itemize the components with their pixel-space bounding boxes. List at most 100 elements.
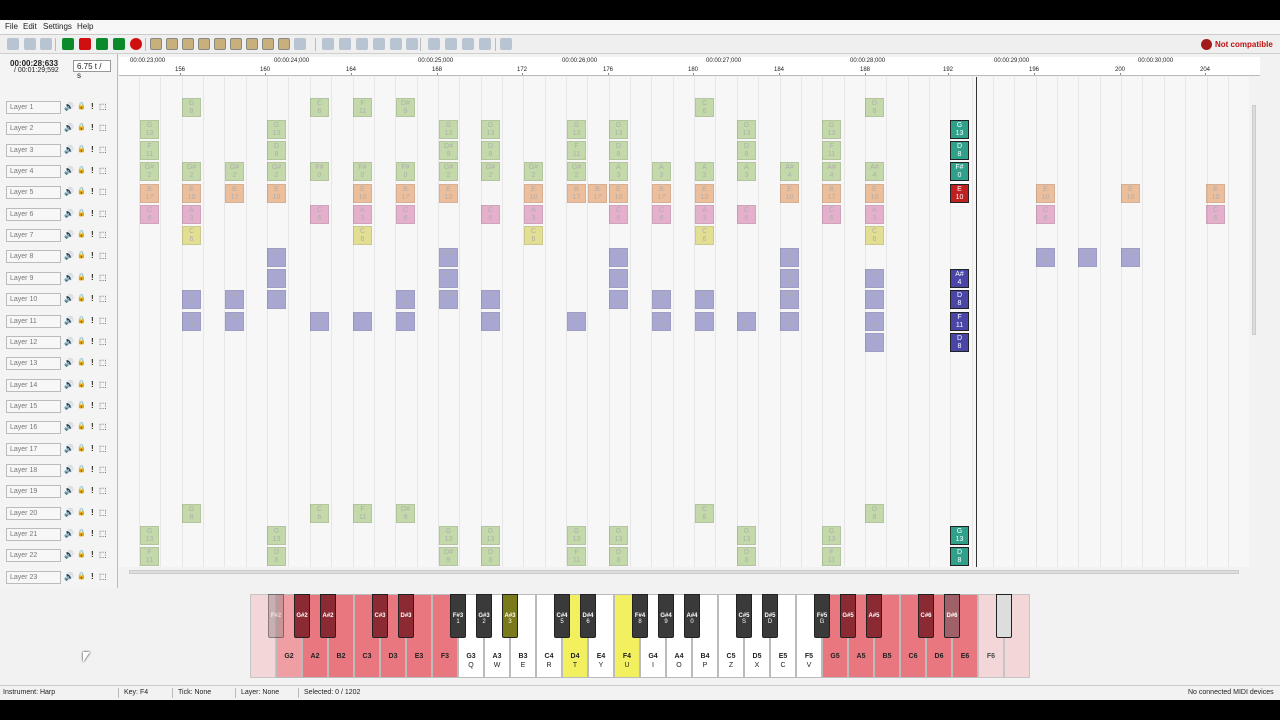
midi-import-icon[interactable] [445,38,457,50]
solo-icon[interactable]: ! [91,209,94,219]
note-block[interactable]: A# 4 [822,162,841,181]
new-file-icon[interactable] [7,38,19,50]
note-block[interactable]: C6 [140,205,159,224]
vertical-scroll-thumb[interactable] [1252,105,1256,335]
lock-icon[interactable]: 🔒 [77,486,86,496]
layer-name-field[interactable]: Layer 5 [6,186,61,200]
black-key[interactable]: F#5 G [814,594,830,638]
horizontal-scroll-thumb[interactable] [129,570,1239,574]
black-key[interactable]: D#4 6 [580,594,596,638]
note-block[interactable]: D8 [267,547,286,566]
volume-icon[interactable]: 🔊 [64,444,74,454]
layer-name-field[interactable]: Layer 19 [6,485,61,499]
black-key[interactable]: A#2 [320,594,336,638]
lock-icon[interactable]: 🔒 [77,294,86,304]
tool-6-icon[interactable] [230,38,242,50]
note-block[interactable]: E 10 [950,184,969,203]
volume-icon[interactable]: 🔊 [64,401,74,411]
volume-icon[interactable]: 🔊 [64,380,74,390]
solo-icon[interactable]: ! [91,465,94,475]
note-block[interactable]: C6 [695,98,714,117]
note-block[interactable]: D# 9 [225,312,244,331]
black-key[interactable]: D#5 D [762,594,778,638]
note-block[interactable]: G# 2 [439,248,458,267]
solo-icon[interactable]: ! [91,316,94,326]
black-key[interactable] [996,594,1012,638]
lock-icon[interactable]: 🔒 [77,102,86,112]
layer-name-field[interactable]: Layer 13 [6,357,61,371]
note-block[interactable]: B 17 [652,184,671,203]
note-block[interactable]: A3 [353,205,372,224]
note-block[interactable]: G 13 [140,526,159,545]
note-block[interactable]: G 13 [737,120,756,139]
lock-icon[interactable]: 🔒 [77,529,86,539]
note-block[interactable]: D8 [695,312,714,331]
select-layer-icon[interactable]: ⬚ [99,422,107,432]
note-block[interactable]: G 13 [567,526,586,545]
tool-4-icon[interactable] [198,38,210,50]
layer-name-field[interactable]: Layer 17 [6,442,61,456]
note-block[interactable]: G# 2 [567,162,586,181]
note-block[interactable]: D8 [737,547,756,566]
volume-icon[interactable]: 🔊 [64,529,74,539]
note-block[interactable]: F 11 [140,141,159,160]
select-layer-icon[interactable]: ⬚ [99,187,107,197]
lock-icon[interactable]: 🔒 [77,187,86,197]
select-layer-icon[interactable]: ⬚ [99,102,107,112]
solo-icon[interactable]: ! [91,166,94,176]
select-layer-icon[interactable]: ⬚ [99,337,107,347]
volume-icon[interactable]: 🔊 [64,102,74,112]
globe-icon[interactable] [500,38,512,50]
layer-name-field[interactable]: Layer 6 [6,207,61,221]
select-layer-icon[interactable]: ⬚ [99,251,107,261]
lock-icon[interactable]: 🔒 [77,251,86,261]
note-block[interactable]: E 10 [182,184,201,203]
note-block[interactable]: G 13 [439,120,458,139]
solo-icon[interactable]: ! [91,358,94,368]
song-info-icon[interactable] [406,38,418,50]
note-block[interactable]: E 10 [1206,184,1225,203]
instrument-settings-icon[interactable] [428,38,440,50]
note-block[interactable]: F 11 [822,547,841,566]
note-block[interactable]: C6 [524,226,543,245]
note-block[interactable]: E 10 [780,184,799,203]
lock-icon[interactable]: 🔒 [77,145,86,155]
play-icon[interactable] [62,38,74,50]
note-block[interactable]: D8 [481,141,500,160]
note-block[interactable]: D8 [267,141,286,160]
menu-file[interactable]: File [5,22,18,31]
select-layer-icon[interactable]: ⬚ [99,401,107,411]
note-block[interactable]: A# 4 [865,269,884,288]
note-block[interactable]: A3 [609,162,628,181]
note-block[interactable]: G# 2 [652,290,671,309]
layer-name-field[interactable]: Layer 15 [6,399,61,413]
volume-icon[interactable]: 🔊 [64,550,74,560]
note-block[interactable]: F 11 [567,141,586,160]
lock-icon[interactable]: 🔒 [77,316,86,326]
layer-name-field[interactable]: Layer 21 [6,528,61,541]
note-block[interactable]: C6 [182,290,201,309]
black-key[interactable]: A#3 3 [502,594,518,638]
black-key[interactable]: A#5 [866,594,882,638]
note-block[interactable]: B5 [353,312,372,331]
note-block[interactable]: E 10 [695,184,714,203]
record-icon[interactable] [130,38,142,50]
note-block[interactable]: G# 2 [140,162,159,181]
layer-name-field[interactable]: Layer 10 [6,293,61,307]
note-block[interactable]: F# 12 [780,290,799,309]
layer-name-field[interactable]: Layer 14 [6,378,61,392]
select-layer-icon[interactable]: ⬚ [99,529,107,539]
lock-icon[interactable]: 🔒 [77,550,86,560]
note-block[interactable]: E 10 [737,312,756,331]
layer-name-field[interactable]: Layer 8 [6,250,61,264]
note-block[interactable]: A3 [524,205,543,224]
solo-icon[interactable]: ! [91,102,94,112]
note-block[interactable]: A3 [652,162,671,181]
delete-icon[interactable] [390,38,402,50]
note-block[interactable]: B 17 [822,184,841,203]
volume-icon[interactable]: 🔊 [64,209,74,219]
solo-icon[interactable]: ! [91,337,94,347]
volume-icon[interactable]: 🔊 [64,145,74,155]
note-block[interactable]: G1 [695,290,714,309]
select-layer-icon[interactable]: ⬚ [99,316,107,326]
